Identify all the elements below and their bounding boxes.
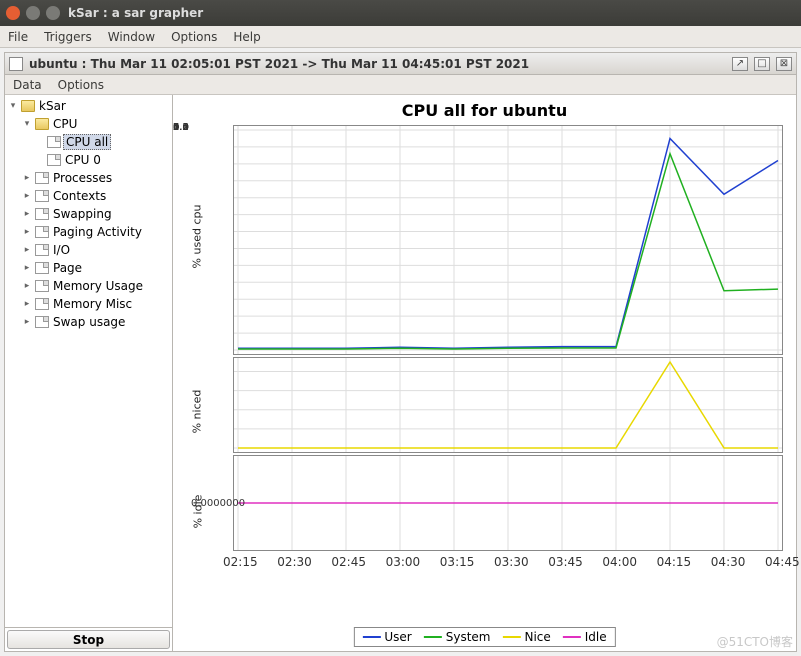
tree-root[interactable]: ▾kSar — [7, 97, 170, 115]
tree-paging[interactable]: ▸Paging Activity — [7, 223, 170, 241]
plot-idle — [233, 455, 783, 551]
stop-bar: Stop — [5, 627, 172, 651]
page-icon — [47, 136, 61, 148]
tree[interactable]: ▾kSar ▾CPU CPU all CPU 0 ▸Processes ▸Con… — [5, 95, 172, 627]
internal-frame-titlebar: ubuntu : Thu Mar 11 02:05:01 PST 2021 ->… — [5, 53, 796, 75]
tree-memusage[interactable]: ▸Memory Usage — [7, 277, 170, 295]
idle-ytick: 0.0000000 — [191, 498, 245, 509]
plot-used-cpu — [233, 125, 783, 355]
sidebar: ▾kSar ▾CPU CPU all CPU 0 ▸Processes ▸Con… — [5, 95, 173, 651]
window-titlebar: kSar : a sar grapher — [0, 0, 801, 26]
stop-button[interactable]: Stop — [7, 630, 170, 649]
folder-icon — [35, 118, 49, 130]
tree-swapusage[interactable]: ▸Swap usage — [7, 313, 170, 331]
legend-user: User — [362, 630, 411, 644]
legend-idle: Idle — [563, 630, 607, 644]
tree-cpu-0[interactable]: CPU 0 — [7, 151, 170, 169]
submenu-data[interactable]: Data — [13, 78, 42, 92]
menu-options[interactable]: Options — [171, 30, 217, 44]
page-icon — [47, 154, 61, 166]
x-ticks: 02:1502:3002:4503:0003:1503:3003:4504:00… — [233, 555, 783, 569]
page-icon — [35, 280, 49, 292]
page-icon — [35, 226, 49, 238]
ylabel-used: % used cpu — [190, 205, 203, 269]
tree-page[interactable]: ▸Page — [7, 259, 170, 277]
page-icon — [35, 190, 49, 202]
tree-cpu-all[interactable]: CPU all — [7, 133, 170, 151]
tree-io[interactable]: ▸I/O — [7, 241, 170, 259]
maximize-icon[interactable] — [46, 6, 60, 20]
frame-title: ubuntu : Thu Mar 11 02:05:01 PST 2021 ->… — [29, 57, 726, 71]
menu-triggers[interactable]: Triggers — [44, 30, 92, 44]
internal-frame: ubuntu : Thu Mar 11 02:05:01 PST 2021 ->… — [4, 52, 797, 652]
tree-swapping[interactable]: ▸Swapping — [7, 205, 170, 223]
menu-window[interactable]: Window — [108, 30, 155, 44]
frame-close-icon[interactable]: ⊠ — [776, 57, 792, 71]
window-title: kSar : a sar grapher — [68, 6, 203, 20]
close-icon[interactable] — [6, 6, 20, 20]
tree-cpu[interactable]: ▾CPU — [7, 115, 170, 133]
frame-menubar: Data Options — [5, 75, 796, 95]
page-icon — [35, 244, 49, 256]
legend-nice: Nice — [502, 630, 550, 644]
tree-processes[interactable]: ▸Processes — [7, 169, 170, 187]
menu-file[interactable]: File — [8, 30, 28, 44]
window-buttons — [6, 6, 60, 20]
tree-memmisc[interactable]: ▸Memory Misc — [7, 295, 170, 313]
page-icon — [35, 172, 49, 184]
tree-contexts[interactable]: ▸Contexts — [7, 187, 170, 205]
ylabel-niced: % niced — [190, 390, 203, 434]
chart-title: CPU all for ubuntu — [173, 95, 796, 122]
submenu-options[interactable]: Options — [58, 78, 104, 92]
chart-area: CPU all for ubuntu % used cpu % niced % … — [173, 95, 796, 651]
menu-help[interactable]: Help — [233, 30, 260, 44]
page-icon — [35, 262, 49, 274]
folder-icon — [21, 100, 35, 112]
detach-icon[interactable]: ↗ — [732, 57, 748, 71]
plot-niced — [233, 357, 783, 453]
page-icon — [35, 298, 49, 310]
menubar: File Triggers Window Options Help — [0, 26, 801, 48]
page-icon — [35, 208, 49, 220]
frame-max-icon[interactable]: □ — [754, 57, 770, 71]
minimize-icon[interactable] — [26, 6, 40, 20]
legend-system: System — [424, 630, 491, 644]
watermark: @51CTO博客 — [717, 633, 793, 650]
page-icon — [35, 316, 49, 328]
frame-icon — [9, 57, 23, 71]
legend: User System Nice Idle — [353, 627, 615, 647]
